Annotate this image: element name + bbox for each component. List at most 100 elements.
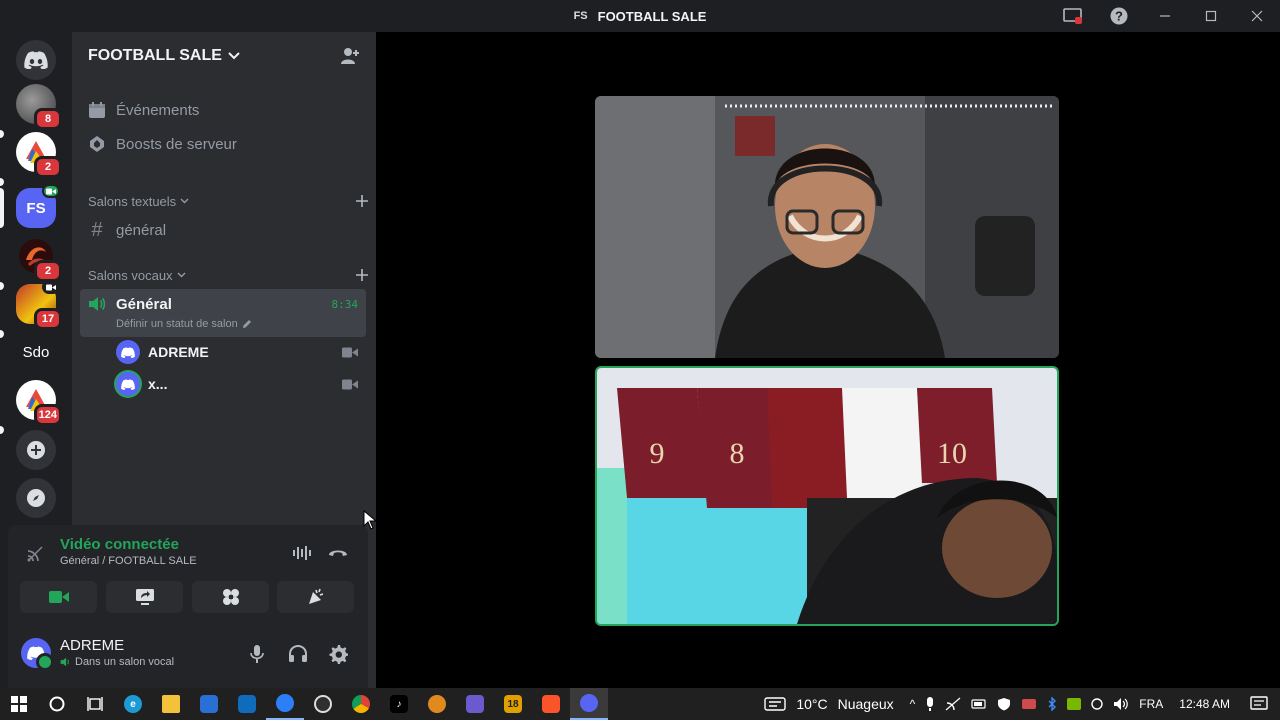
taskbar-brave[interactable]	[532, 688, 570, 720]
chevron-down-icon	[228, 52, 240, 60]
discord-home-button[interactable]	[16, 40, 56, 80]
svg-text:?: ?	[1115, 9, 1123, 24]
screen-share-inbox-icon[interactable]	[1050, 0, 1096, 32]
language-indicator[interactable]: FRA	[1139, 697, 1163, 711]
headphones-icon[interactable]	[288, 644, 308, 664]
network-icon[interactable]	[945, 697, 961, 711]
explore-servers-button[interactable]	[16, 478, 56, 518]
close-button[interactable]	[1234, 0, 1280, 32]
calendar-icon	[89, 102, 105, 118]
connection-signal-icon[interactable]	[26, 545, 44, 563]
taskbar-app-18[interactable]: 18	[494, 688, 532, 720]
soundboard-button[interactable]	[277, 581, 354, 613]
nvidia-icon[interactable]	[1067, 698, 1082, 710]
unread-pill	[0, 130, 4, 138]
noise-suppression-icon[interactable]	[292, 545, 312, 561]
selected-pill	[0, 188, 4, 228]
add-member-icon[interactable]	[340, 46, 360, 66]
notification-icon[interactable]	[1250, 696, 1268, 712]
window-title-icon: FS	[573, 10, 588, 22]
taskbar-discord[interactable]	[570, 688, 608, 720]
security-shield-icon[interactable]	[997, 697, 1011, 711]
app-icon	[276, 694, 294, 712]
screen-share-button[interactable]	[106, 581, 183, 613]
maximize-button[interactable]	[1188, 0, 1234, 32]
search-button[interactable]	[38, 688, 76, 720]
speaker-icon	[89, 297, 106, 311]
channel-general-text[interactable]: # général	[80, 214, 368, 246]
minimize-button[interactable]	[1142, 0, 1188, 32]
guild-icon-1[interactable]: 8	[16, 84, 62, 130]
video-tile-speaking[interactable]: 9 8 10	[595, 366, 1059, 626]
taskbar-gaming[interactable]	[456, 688, 494, 720]
guild-icon-2[interactable]: 2	[16, 132, 62, 178]
taskbar-mail[interactable]	[228, 688, 266, 720]
help-icon[interactable]: ?	[1096, 0, 1142, 32]
clock[interactable]: 12:48 AM	[1179, 697, 1230, 711]
guild-icon-5[interactable]: 17	[16, 280, 62, 330]
app-18-icon: 18	[504, 695, 522, 713]
set-channel-status[interactable]: Définir un statut de salon	[116, 318, 252, 330]
taskbar-app-blue[interactable]	[266, 688, 304, 720]
taskbar-store[interactable]	[190, 688, 228, 720]
weather-desc[interactable]: Nuageux	[838, 696, 894, 712]
category-text-channels[interactable]: Salons textuels	[88, 193, 368, 209]
tray-app-icon[interactable]	[1091, 697, 1103, 711]
show-hidden-icons[interactable]: ^	[910, 697, 916, 711]
events-link[interactable]: Événements	[80, 94, 368, 126]
camera-icon	[342, 347, 358, 357]
add-channel-icon[interactable]	[356, 195, 368, 207]
battery-icon[interactable]	[971, 698, 987, 710]
discord-icon	[580, 694, 598, 712]
server-name: FOOTBALL SALE	[88, 47, 222, 64]
camera-toggle-button[interactable]	[20, 581, 97, 613]
taskbar-app-orange[interactable]	[418, 688, 456, 720]
settings-gear-icon[interactable]	[328, 644, 348, 664]
user-status-text: Dans un salon vocal	[75, 656, 175, 668]
volume-icon[interactable]	[1113, 697, 1129, 711]
app-tray-icon[interactable]	[1021, 698, 1037, 710]
voice-channel-general[interactable]: Général 8:34 Définir un statut de salon	[80, 289, 366, 337]
task-view-button[interactable]	[76, 688, 114, 720]
mention-badge: 8	[34, 108, 62, 130]
connection-location[interactable]: Général / FOOTBALL SALE	[60, 555, 197, 567]
guild-icon-4[interactable]: 2	[16, 236, 62, 282]
microphone-icon[interactable]	[250, 644, 264, 664]
guild-icon-football-sale[interactable]: FS	[16, 184, 60, 228]
voice-timer: 8:34	[331, 298, 359, 311]
weather-temp[interactable]: 10°C	[796, 696, 827, 712]
start-button[interactable]	[0, 688, 38, 720]
chevron-down-icon	[180, 198, 189, 204]
bluetooth-icon[interactable]	[1047, 697, 1057, 711]
server-boosts-link[interactable]: Boosts de serveur	[80, 128, 368, 160]
boost-icon	[90, 136, 104, 152]
server-header[interactable]: FOOTBALL SALE	[72, 32, 376, 80]
category-label: Salons vocaux	[88, 267, 173, 283]
taskbar-obs[interactable]	[304, 688, 342, 720]
window-title-text: FOOTBALL SALE	[597, 8, 707, 24]
category-voice-channels[interactable]: Salons vocaux	[88, 267, 368, 283]
user-avatar[interactable]	[21, 638, 54, 671]
taskbar-file-explorer[interactable]	[152, 688, 190, 720]
guild-icon-sdo[interactable]: Sdo	[16, 332, 56, 372]
taskbar-edge[interactable]: e	[114, 688, 152, 720]
disconnect-icon[interactable]	[328, 547, 348, 559]
connection-status[interactable]: Vidéo connectée	[60, 536, 179, 553]
voice-member-row[interactable]: ADREME	[116, 338, 366, 366]
soundboard-icon	[308, 588, 323, 604]
weather-icon[interactable]	[764, 696, 787, 712]
activities-button[interactable]	[192, 581, 269, 613]
mention-badge: 17	[34, 308, 62, 330]
video-tile-adreme[interactable]	[595, 96, 1059, 358]
mention-badge: 2	[34, 260, 62, 282]
unread-pill	[0, 178, 4, 186]
guild-icon-7[interactable]: 124	[16, 380, 62, 426]
taskbar-tiktok[interactable]: ♪	[380, 688, 418, 720]
windows-logo-icon	[11, 696, 27, 712]
store-icon	[200, 695, 218, 713]
microphone-tray-icon[interactable]	[925, 696, 935, 712]
voice-member-row[interactable]: x...	[116, 370, 366, 398]
taskbar-chrome[interactable]	[342, 688, 380, 720]
add-server-button[interactable]	[16, 430, 56, 470]
add-channel-icon[interactable]	[356, 269, 368, 281]
